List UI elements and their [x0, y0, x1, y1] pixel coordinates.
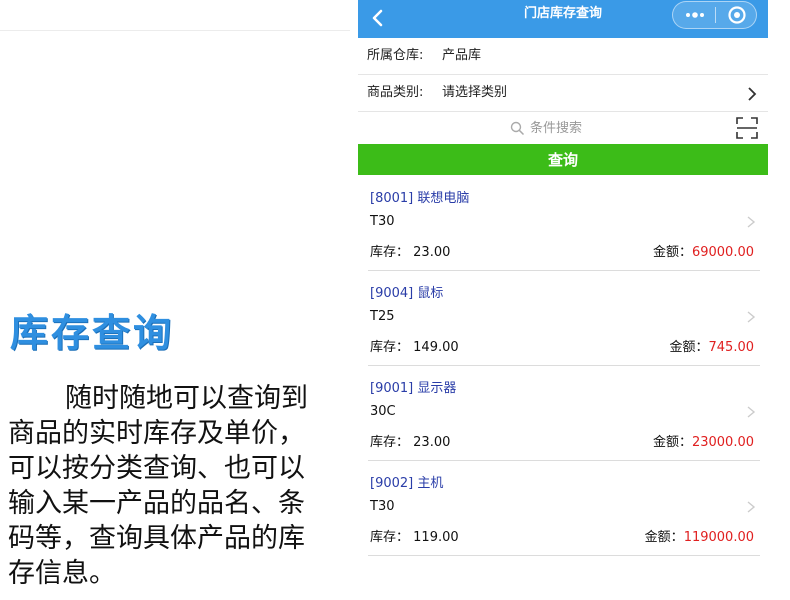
stock-label: 库存：: [370, 435, 410, 450]
chevron-right-icon: [747, 406, 756, 418]
item-amount: 金额：119000.00: [645, 526, 754, 545]
item-stock: 库存： 119.00: [370, 526, 459, 545]
more-options-icon[interactable]: [677, 2, 713, 28]
phone-screen: 门店库存查询 所属仓库: 产品库 商品类别: 请选择类别 条件搜索 查询 [80…: [358, 0, 768, 600]
item-amount: 金额：745.00: [669, 336, 754, 355]
scan-icon[interactable]: [736, 117, 758, 139]
inventory-item[interactable]: [9002] 主机 T30 库存： 119.00 金额：119000.00: [368, 460, 760, 556]
close-miniprogram-icon[interactable]: [719, 2, 755, 28]
stock-label: 库存：: [370, 340, 410, 355]
amount-label: 金额：: [652, 435, 692, 450]
stock-value: 23.00: [413, 435, 451, 450]
search-bar: [358, 112, 768, 144]
item-name: [8001] 联想电脑: [370, 191, 470, 206]
item-stock: 库存： 149.00: [370, 336, 459, 355]
item-name: [9004] 鼠标: [370, 286, 444, 301]
stock-value: 119.00: [413, 530, 459, 545]
chevron-right-icon: [747, 216, 756, 228]
amount-label: 金额：: [652, 245, 692, 260]
item-model: T30: [370, 499, 395, 514]
capsule-menu: [672, 1, 757, 29]
chevron-right-icon: [748, 87, 757, 101]
item-model: T30: [370, 214, 395, 229]
warehouse-label: 所属仓库:: [367, 48, 424, 63]
inventory-item[interactable]: [9001] 显示器 30C 库存： 23.00 金额：23000.00: [368, 365, 760, 461]
chevron-right-icon: [747, 311, 756, 323]
item-amount: 金额：23000.00: [653, 431, 754, 450]
item-name: [9002] 主机: [370, 476, 444, 491]
inventory-item[interactable]: [9004] 鼠标 T25 库存： 149.00 金额：745.00: [368, 270, 760, 366]
chevron-right-icon: [747, 501, 756, 513]
amount-value: 23000.00: [691, 435, 754, 450]
search-input[interactable]: [530, 118, 730, 138]
top-divider: [0, 30, 350, 31]
amount-value: 119000.00: [683, 530, 754, 545]
warehouse-row: 所属仓库: 产品库: [358, 38, 768, 75]
capsule-divider: [715, 7, 716, 23]
amount-label: 金额：: [669, 340, 709, 355]
item-model: T25: [370, 309, 395, 324]
category-select-row[interactable]: 商品类别: 请选择类别: [358, 75, 768, 112]
item-stock: 库存： 23.00: [370, 431, 450, 450]
category-label: 商品类别:: [367, 85, 424, 100]
feature-title: 库存查询: [10, 310, 175, 355]
item-name: [9001] 显示器: [370, 381, 457, 396]
inventory-item[interactable]: [8001] 联想电脑 T30 库存： 23.00 金额：69000.00: [368, 175, 760, 271]
warehouse-value: 产品库: [442, 48, 482, 63]
category-select-value[interactable]: 请选择类别: [442, 75, 507, 111]
amount-value: 745.00: [708, 340, 755, 355]
feature-description: 随时随地可以查询到商品的实时库存及单价，可以按分类查询、也可以输入某一产品的品名…: [8, 383, 308, 589]
stock-value: 149.00: [413, 340, 459, 355]
item-amount: 金额：69000.00: [653, 241, 754, 260]
stock-value: 23.00: [413, 245, 451, 260]
stock-label: 库存：: [370, 530, 410, 545]
search-icon: [510, 121, 525, 136]
amount-label: 金额：: [644, 530, 684, 545]
query-button[interactable]: 查询: [358, 144, 768, 175]
stock-label: 库存：: [370, 245, 410, 260]
amount-value: 69000.00: [691, 245, 754, 260]
item-stock: 库存： 23.00: [370, 241, 450, 260]
nav-bar: 门店库存查询: [358, 0, 768, 38]
item-model: 30C: [370, 404, 396, 419]
